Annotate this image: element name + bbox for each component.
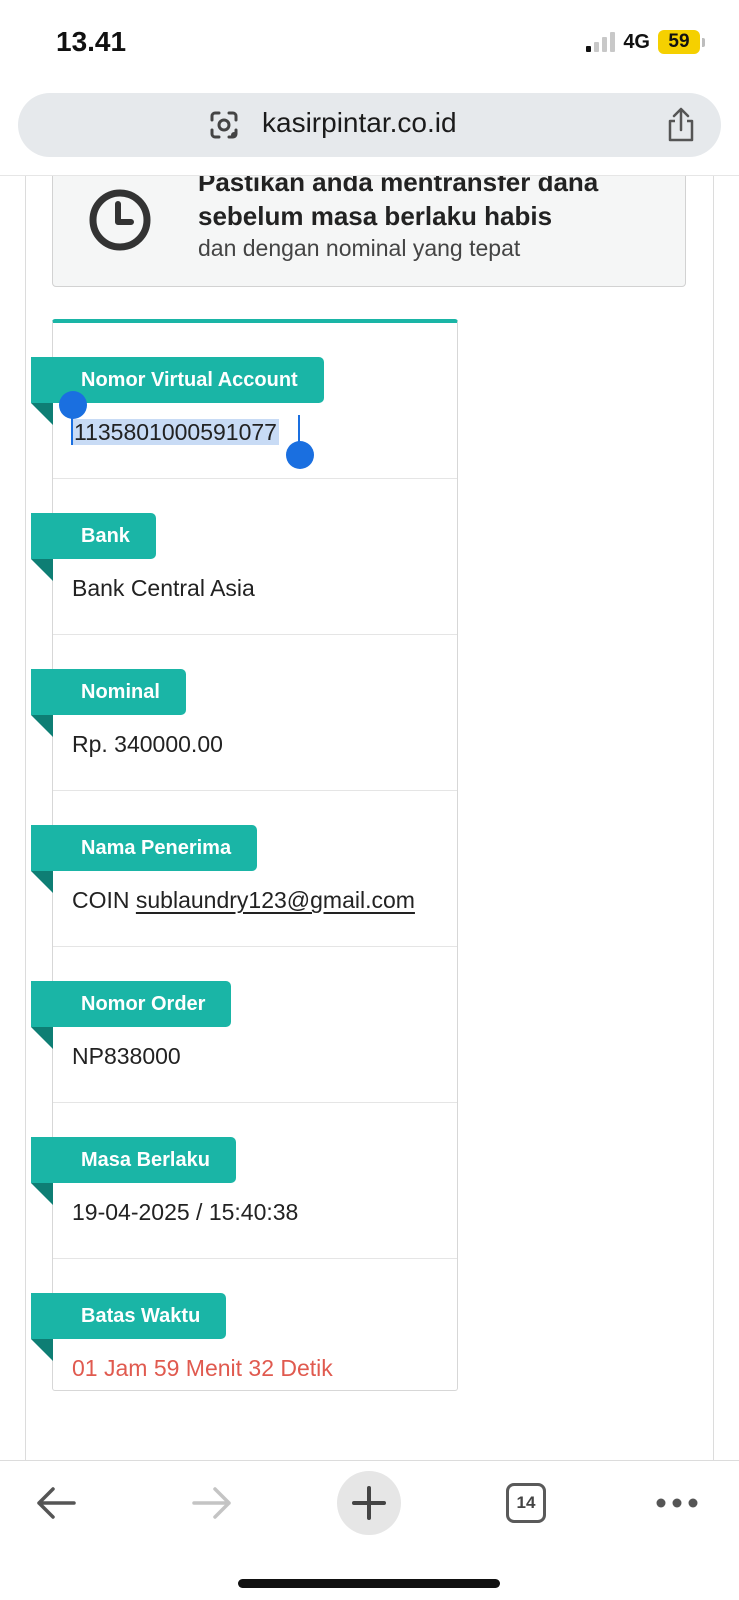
row-virtual-account: Nomor Virtual Account 1135801000591077 (31, 323, 457, 479)
notice-title: Pastikan anda mentransfer dana sebelum m… (198, 176, 599, 231)
label-bank: Bank (31, 513, 156, 559)
selection-start-line (71, 415, 73, 445)
ribbon-fold (31, 871, 53, 893)
signal-icon (586, 32, 616, 52)
new-tab-button[interactable] (337, 1471, 401, 1535)
tabs-button[interactable]: 14 (494, 1471, 558, 1535)
tabs-icon: 14 (506, 1483, 546, 1523)
address-bar[interactable]: kasirpintar.co.id (18, 93, 721, 157)
ribbon-fold (31, 715, 53, 737)
ribbon-fold (31, 403, 53, 425)
ribbon-fold (31, 1183, 53, 1205)
virtual-account-value[interactable]: 1135801000591077 (72, 419, 279, 446)
transfer-notice: Pastikan anda mentransfer dana sebelum m… (52, 176, 686, 287)
more-button[interactable] (645, 1471, 709, 1535)
selection-end-line (298, 415, 300, 445)
ribbon-fold (31, 1027, 53, 1049)
selected-text[interactable]: 1135801000591077 (72, 419, 279, 445)
network-type: 4G (623, 30, 650, 53)
notice-subtitle: dan dengan nominal yang tepat (198, 235, 521, 261)
row-nominal: Nominal Rp. 340000.00 (31, 635, 457, 791)
validity-value: 19-04-2025 / 15:40:38 (72, 1199, 299, 1225)
status-bar: 13.41 4G 59 (0, 0, 739, 88)
recipient-value: COIN sublaundry123@gmail.com (72, 887, 415, 914)
browser-toolbar: 14 (0, 1460, 739, 1600)
label-time-limit: Batas Waktu (31, 1293, 227, 1339)
selection-end-handle[interactable] (286, 441, 314, 469)
label-nominal: Nominal (31, 669, 186, 715)
label-validity: Masa Berlaku (31, 1137, 236, 1183)
back-button[interactable] (24, 1471, 88, 1535)
back-arrow-icon (37, 1487, 76, 1519)
forward-arrow-icon (192, 1487, 231, 1519)
ribbon-fold (31, 1339, 53, 1361)
battery-icon: 59 (658, 30, 705, 54)
plus-icon (352, 1486, 386, 1520)
lens-icon[interactable] (206, 107, 242, 143)
share-icon[interactable] (665, 107, 697, 143)
clock-icon (89, 189, 151, 251)
battery-level: 59 (658, 30, 700, 54)
recipient-prefix: COIN (72, 887, 130, 913)
payment-details-card: Nomor Virtual Account 1135801000591077 B… (31, 319, 458, 1391)
more-icon (656, 1498, 698, 1508)
order-number-value: NP838000 (72, 1043, 181, 1069)
recipient-email-link[interactable]: sublaundry123@gmail.com (136, 887, 415, 913)
browser-address-area: kasirpintar.co.id (0, 88, 739, 176)
home-indicator (238, 1579, 500, 1588)
bank-value: Bank Central Asia (72, 575, 255, 601)
row-validity: Masa Berlaku 19-04-2025 / 15:40:38 (31, 1103, 457, 1259)
countdown-value: 01 Jam 59 Menit 32 Detik (72, 1355, 333, 1381)
row-order-number: Nomor Order NP838000 (31, 947, 457, 1103)
row-recipient: Nama Penerima COIN sublaundry123@gmail.c… (31, 791, 457, 947)
label-recipient: Nama Penerima (31, 825, 258, 871)
web-page: Pastikan anda mentransfer dana sebelum m… (0, 176, 739, 1460)
nominal-value: Rp. 340000.00 (72, 731, 223, 757)
ribbon-fold (31, 559, 53, 581)
row-time-limit: Batas Waktu 01 Jam 59 Menit 32 Detik (31, 1259, 457, 1391)
selection-start-handle[interactable] (59, 391, 87, 419)
url-text[interactable]: kasirpintar.co.id (262, 107, 457, 139)
forward-button[interactable] (180, 1471, 244, 1535)
status-indicators: 4G 59 (586, 30, 705, 54)
row-bank: Bank Bank Central Asia (31, 479, 457, 635)
label-order-number: Nomor Order (31, 981, 232, 1027)
status-time: 13.41 (56, 26, 127, 57)
